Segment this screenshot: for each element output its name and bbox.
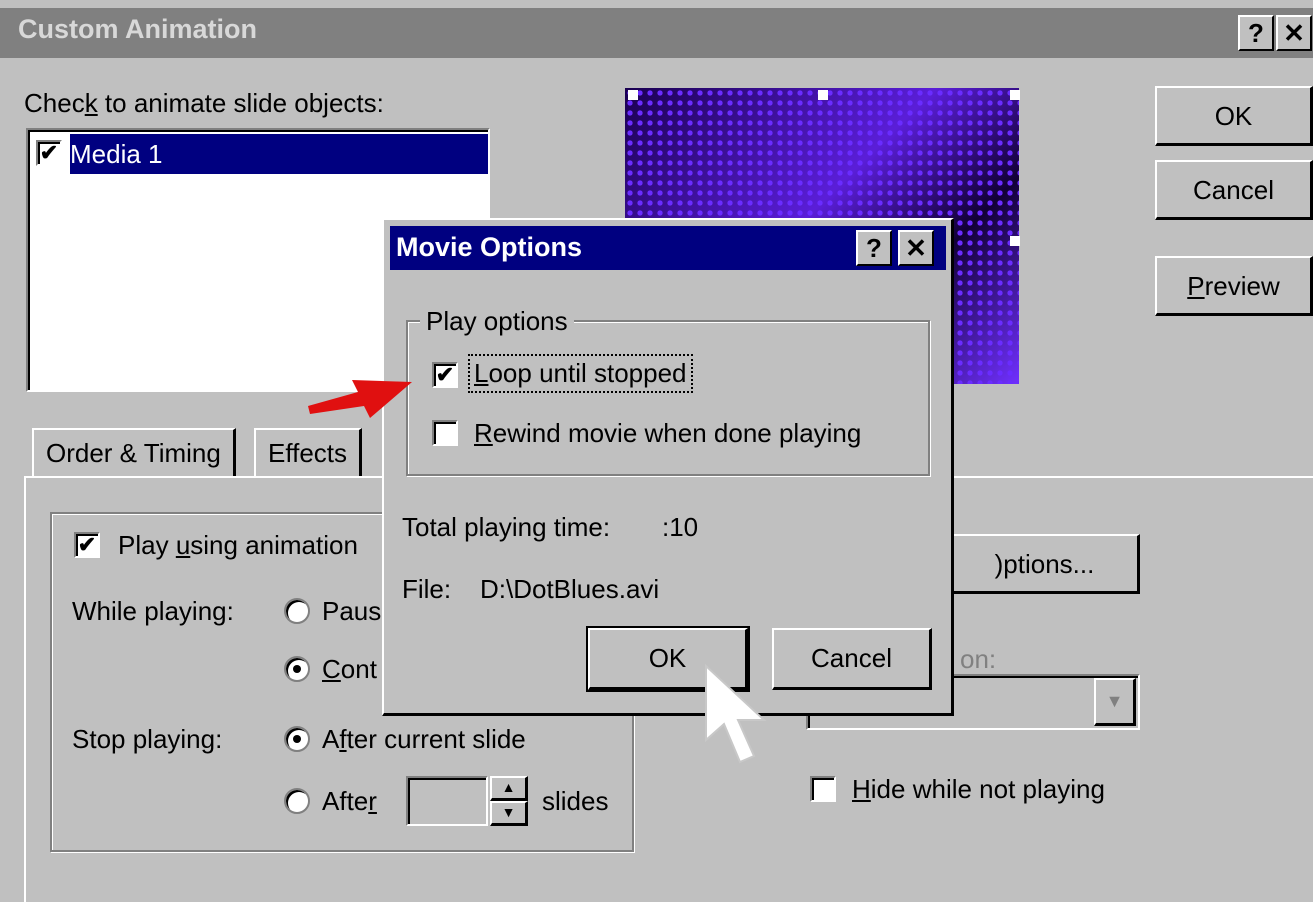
- after-n-slides-radio[interactable]: [284, 788, 310, 814]
- continue-slideshow-label: Cont: [322, 654, 377, 684]
- pause-slide-radio[interactable]: [284, 598, 310, 624]
- slides-label: slides: [542, 786, 609, 816]
- spin-down-button[interactable]: ▼: [490, 801, 528, 826]
- hide-while-not-playing-label: Hide while not playing: [852, 774, 1105, 804]
- while-playing-label: While playing:: [72, 596, 234, 626]
- rewind-movie-checkbox[interactable]: [432, 420, 458, 446]
- main-close-button[interactable]: ✕: [1276, 15, 1312, 51]
- movie-dialog-title: Movie Options: [396, 232, 583, 262]
- after-current-slide-radio[interactable]: [284, 726, 310, 752]
- after-n-slides-label: After: [322, 786, 377, 816]
- resize-handle[interactable]: [1010, 90, 1020, 100]
- tab-effects[interactable]: Effects: [254, 428, 363, 478]
- hide-while-not-playing-checkbox[interactable]: [810, 776, 836, 802]
- after-current-slide-label: After current slide: [322, 724, 526, 754]
- continue-slideshow-radio[interactable]: [284, 656, 310, 682]
- objects-label: Check to animate slide objects:: [24, 88, 384, 118]
- media-1-checkbox[interactable]: ✔: [36, 140, 62, 166]
- file-label: File:: [402, 574, 452, 604]
- play-options-group-label: Play options: [420, 306, 574, 337]
- total-playing-time-label: Total playing time:: [402, 512, 611, 542]
- main-help-button[interactable]: ?: [1238, 15, 1274, 51]
- movie-cancel-button[interactable]: Cancel: [772, 628, 932, 690]
- main-cancel-button[interactable]: Cancel: [1155, 160, 1313, 220]
- tab-order-timing[interactable]: Order & Timing: [32, 428, 236, 478]
- loop-until-stopped-checkbox[interactable]: ✔: [432, 362, 458, 388]
- resize-handle[interactable]: [818, 90, 828, 100]
- movie-close-button[interactable]: ✕: [898, 230, 934, 266]
- stop-playing-label: Stop playing:: [72, 724, 223, 754]
- main-dialog-title: Custom Animation: [18, 14, 257, 44]
- chevron-down-icon[interactable]: ▼: [1094, 678, 1136, 726]
- loop-until-stopped-label: Loop until stopped: [468, 354, 693, 393]
- play-using-animation-label: Play using animation: [118, 530, 358, 560]
- dropdown-label: on:: [960, 644, 997, 674]
- total-playing-time-value: :10: [662, 512, 699, 542]
- pause-slide-label: Paus: [322, 596, 382, 626]
- preview-button[interactable]: Preview: [1155, 256, 1313, 316]
- list-item[interactable]: Media 1: [70, 134, 488, 174]
- play-using-animation-checkbox[interactable]: ✔: [74, 532, 100, 558]
- file-path-value: D:\DotBlues.avi: [480, 574, 660, 604]
- rewind-movie-label: Rewind movie when done playing: [474, 418, 862, 448]
- play-options-group: [406, 320, 930, 476]
- mouse-cursor-icon: [705, 663, 767, 764]
- main-ok-button[interactable]: OK: [1155, 86, 1313, 146]
- slides-count-input[interactable]: [406, 776, 488, 826]
- movie-help-button[interactable]: ?: [856, 230, 892, 266]
- resize-handle[interactable]: [628, 90, 638, 100]
- spin-up-button[interactable]: ▲: [490, 776, 528, 801]
- red-arrow-icon: [308, 380, 412, 418]
- list-item-label: Media 1: [70, 139, 163, 169]
- resize-handle[interactable]: [1010, 236, 1020, 246]
